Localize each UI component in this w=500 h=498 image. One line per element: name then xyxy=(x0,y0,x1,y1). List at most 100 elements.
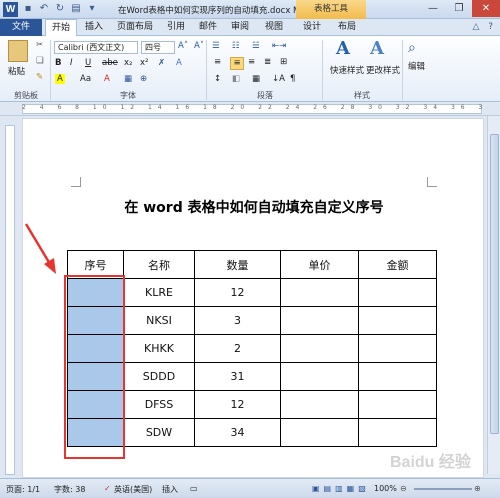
table-cell[interactable] xyxy=(358,306,437,335)
bold-button[interactable]: B xyxy=(55,58,61,68)
table-cell[interactable]: DFSS xyxy=(123,390,195,419)
tab-mailings[interactable]: 邮件 xyxy=(194,19,222,36)
table-cell[interactable]: SDDD xyxy=(123,362,195,391)
table-cell[interactable] xyxy=(358,278,437,307)
multilevel-list-icon[interactable]: ☱ xyxy=(252,41,260,51)
underline-button[interactable]: U xyxy=(85,58,91,68)
table-cell[interactable] xyxy=(280,334,359,363)
maximize-button[interactable]: ❐ xyxy=(446,0,472,17)
distributed-icon[interactable]: ⊞ xyxy=(280,57,287,67)
superscript-button[interactable]: x² xyxy=(140,58,148,68)
word-count[interactable]: 字数: 38 xyxy=(54,484,85,495)
table-cell[interactable]: 2 xyxy=(194,334,281,363)
table-cell[interactable]: SDW xyxy=(123,418,195,447)
table-cell[interactable]: NKSI xyxy=(123,306,195,335)
sort-icon[interactable]: ↓A xyxy=(272,74,285,84)
table-cell[interactable]: 34 xyxy=(194,418,281,447)
shrink-font-icon[interactable]: A˅ xyxy=(194,41,204,51)
close-button[interactable]: ✕ xyxy=(472,0,500,17)
subscript-button[interactable]: x₂ xyxy=(124,58,132,68)
font-size-combo[interactable]: 四号 xyxy=(141,41,175,54)
table-cell[interactable] xyxy=(280,390,359,419)
zoom-slider[interactable] xyxy=(414,488,472,490)
text-effects-button[interactable]: A xyxy=(176,58,182,68)
enclose-char-icon[interactable]: ⊕ xyxy=(140,74,147,84)
header-cell[interactable]: 金额 xyxy=(358,250,437,279)
strikethrough-button[interactable]: abe xyxy=(102,58,118,68)
vertical-scrollbar[interactable] xyxy=(487,116,500,474)
shading-icon[interactable]: ◧ xyxy=(232,74,240,84)
redo-icon[interactable]: ↻ xyxy=(54,3,66,15)
language[interactable]: 英语(美国) xyxy=(114,484,152,495)
clear-format-icon[interactable]: ✗ xyxy=(158,58,165,68)
justify-icon[interactable]: ≣ xyxy=(264,57,271,67)
quick-styles-button[interactable]: 快速样式 xyxy=(330,64,364,76)
document-title[interactable]: 在 word 表格中如何自动填充自定义序号 xyxy=(23,197,485,217)
bullets-icon[interactable]: ☰ xyxy=(212,41,220,51)
indent-icon[interactable]: ⇤⇥ xyxy=(272,41,286,51)
table-cell[interactable] xyxy=(280,362,359,391)
tab-home[interactable]: 开始 xyxy=(45,19,77,37)
font-color-button[interactable]: A xyxy=(104,74,110,84)
table-cell[interactable] xyxy=(280,418,359,447)
show-marks-icon[interactable]: ¶ xyxy=(290,74,295,84)
table-cell[interactable]: 31 xyxy=(194,362,281,391)
table-cell[interactable]: 3 xyxy=(194,306,281,335)
tab-file[interactable]: 文件 xyxy=(0,19,42,36)
undo-icon[interactable]: ↶ xyxy=(38,3,50,15)
change-styles-button[interactable]: 更改样式 xyxy=(366,64,400,76)
tab-design[interactable]: 设计 xyxy=(298,19,326,36)
change-case-button[interactable]: Aa xyxy=(80,74,91,84)
align-center-icon[interactable]: ≡ xyxy=(230,57,244,70)
copy-icon[interactable]: ❏ xyxy=(36,56,44,66)
table-cell[interactable] xyxy=(280,306,359,335)
highlight-button[interactable]: A xyxy=(55,74,65,84)
borders-icon[interactable]: ▦ xyxy=(252,74,260,84)
tab-view[interactable]: 视图 xyxy=(260,19,288,36)
italic-button[interactable]: I xyxy=(70,58,73,68)
align-left-icon[interactable]: ≡ xyxy=(214,57,227,70)
table-cell[interactable] xyxy=(358,418,437,447)
table-cell[interactable] xyxy=(358,390,437,419)
tab-review[interactable]: 审阅 xyxy=(226,19,254,36)
zoom-out-icon[interactable]: ⊖ xyxy=(400,484,407,493)
tab-insert[interactable]: 插入 xyxy=(80,19,108,36)
insert-mode[interactable]: 插入 xyxy=(162,484,178,495)
table-cell[interactable]: KLRE xyxy=(123,278,195,307)
find-icon[interactable]: ⌕ xyxy=(408,40,416,56)
tab-layout[interactable]: 布局 xyxy=(333,19,361,36)
view-buttons-icon[interactable]: ▣▤▥▦▧ xyxy=(312,484,370,493)
char-shading-icon[interactable]: ▦ xyxy=(124,74,132,84)
paste-icon[interactable] xyxy=(8,40,28,62)
zoom-in-icon[interactable]: ⊕ xyxy=(474,484,481,493)
quick-print-icon[interactable]: ▤ xyxy=(70,3,82,15)
change-styles-icon[interactable]: A xyxy=(370,38,384,59)
macro-icon[interactable]: ▭ xyxy=(190,484,198,493)
zoom-level[interactable]: 100% xyxy=(374,484,397,493)
table-cell[interactable] xyxy=(280,278,359,307)
customize-qat-icon[interactable]: ▾ xyxy=(86,3,98,15)
table-cell[interactable]: 12 xyxy=(194,278,281,307)
minimize-button[interactable]: — xyxy=(420,0,446,17)
grow-font-icon[interactable]: A˄ xyxy=(178,41,188,51)
word-app-icon[interactable]: W xyxy=(3,2,18,17)
tab-references[interactable]: 引用 xyxy=(162,19,190,36)
table-cell[interactable] xyxy=(358,334,437,363)
line-spacing-icon[interactable]: ↕ xyxy=(214,74,221,84)
help-icons[interactable]: △ ? xyxy=(472,22,496,32)
header-cell[interactable]: 单价 xyxy=(280,250,359,279)
table-cell[interactable]: 12 xyxy=(194,390,281,419)
quick-styles-icon[interactable]: A xyxy=(336,38,350,59)
table-cell[interactable]: KHKK xyxy=(123,334,195,363)
table-cell[interactable] xyxy=(358,362,437,391)
align-right-icon[interactable]: ≡ xyxy=(248,57,255,67)
proofing-icon[interactable]: ✓ xyxy=(104,484,111,493)
tab-page-layout[interactable]: 页面布局 xyxy=(112,19,158,36)
numbering-icon[interactable]: ☷ xyxy=(232,41,240,51)
editing-button[interactable]: 编辑 xyxy=(408,60,425,72)
format-painter-icon[interactable]: ✎ xyxy=(36,72,43,82)
header-cell[interactable]: 名称 xyxy=(123,250,195,279)
font-name-combo[interactable]: Calibri (西文正文) xyxy=(54,41,138,54)
paste-button[interactable]: 粘贴 xyxy=(8,65,25,77)
save-icon[interactable]: ▪ xyxy=(22,3,34,15)
